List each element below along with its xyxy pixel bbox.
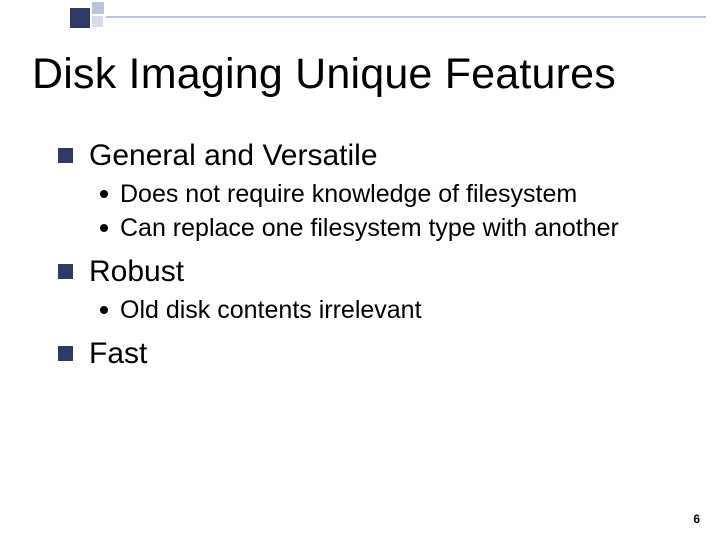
subbullet-text: Can replace one filesystem type with ano… — [120, 212, 619, 244]
deco-square-small-bottom — [92, 16, 103, 27]
subbullet-text: Old disk contents irrelevant — [120, 294, 422, 326]
deco-square-large — [70, 8, 90, 28]
deco-square-small-top — [92, 2, 104, 14]
bullet-text: Fast — [89, 336, 147, 372]
round-bullet-icon — [100, 224, 108, 232]
bullet-level2: Old disk contents irrelevant — [100, 294, 678, 326]
slide-content: General and Versatile Does not require k… — [58, 128, 678, 376]
bullet-level2: Does not require knowledge of filesystem — [100, 178, 678, 210]
round-bullet-icon — [100, 306, 108, 314]
square-bullet-icon — [58, 148, 73, 163]
square-bullet-icon — [58, 264, 73, 279]
bullet-text: Robust — [89, 254, 184, 290]
header-decoration — [0, 0, 720, 32]
bullet-level1: General and Versatile — [58, 138, 678, 174]
bullet-level1: Robust — [58, 254, 678, 290]
round-bullet-icon — [100, 190, 108, 198]
deco-line — [106, 16, 706, 18]
subbullet-text: Does not require knowledge of filesystem — [120, 178, 577, 210]
bullet-level1: Fast — [58, 336, 678, 372]
square-bullet-icon — [58, 346, 73, 361]
page-number: 6 — [693, 512, 700, 526]
bullet-text: General and Versatile — [89, 138, 378, 174]
slide-title: Disk Imaging Unique Features — [32, 50, 616, 99]
bullet-level2: Can replace one filesystem type with ano… — [100, 212, 678, 244]
